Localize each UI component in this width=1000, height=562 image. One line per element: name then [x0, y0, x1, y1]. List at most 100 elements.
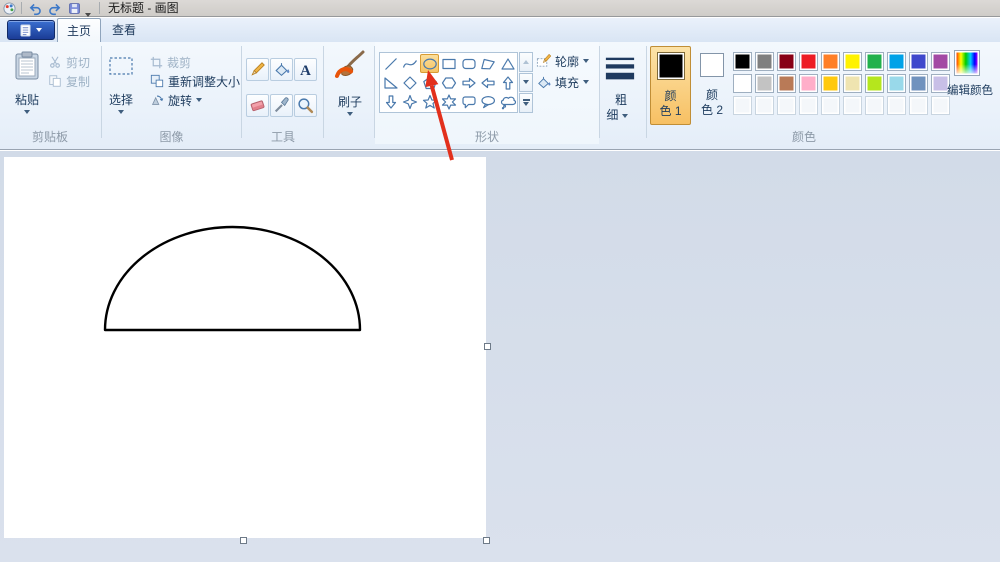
palette-color-swatch[interactable] — [755, 52, 774, 71]
brushes-button[interactable] — [330, 48, 370, 89]
copy-button[interactable]: 复制 — [48, 72, 90, 90]
crop-label: 裁剪 — [167, 55, 192, 70]
shape-hexagon[interactable] — [440, 73, 459, 92]
shape-right-triangle[interactable] — [381, 73, 400, 92]
palette-color-swatch[interactable] — [777, 74, 796, 93]
drawing-canvas[interactable] — [4, 157, 486, 538]
rotate-button[interactable]: 旋转 — [150, 91, 203, 109]
shape-triangle[interactable] — [498, 54, 517, 73]
palette-empty-slot[interactable] — [843, 96, 862, 115]
palette-empty-slot[interactable] — [777, 96, 796, 115]
shape-fill-label: 填充 — [555, 75, 580, 90]
qat-separator — [21, 2, 22, 14]
tool-text-button[interactable]: A — [294, 58, 317, 81]
redo-button[interactable] — [47, 1, 63, 16]
shape-line[interactable] — [381, 54, 400, 73]
palette-color-swatch[interactable] — [931, 52, 950, 71]
palette-empty-slot[interactable] — [909, 96, 928, 115]
line-thickness-icon[interactable] — [604, 54, 636, 87]
shape-callout-rounded[interactable] — [459, 92, 478, 111]
palette-empty-slot[interactable] — [865, 96, 884, 115]
shape-callout-oval[interactable] — [479, 92, 498, 111]
group-separator — [241, 46, 242, 138]
paste-button[interactable] — [9, 50, 45, 85]
select-dropdown-icon[interactable] — [118, 110, 124, 114]
shapes-scroll-up-button[interactable] — [519, 52, 533, 72]
edit-colors-label[interactable]: 编辑颜色 — [940, 82, 1000, 98]
shape-callout-cloud[interactable] — [498, 92, 517, 111]
outline-button[interactable]: 轮廓 — [536, 52, 590, 70]
palette-empty-slot[interactable] — [821, 96, 840, 115]
brushes-dropdown-icon[interactable] — [347, 112, 353, 116]
palette-color-swatch[interactable] — [843, 74, 862, 93]
undo-button[interactable] — [27, 1, 43, 16]
shape-rounded-rectangle[interactable] — [459, 54, 478, 73]
palette-empty-slot[interactable] — [733, 96, 752, 115]
palette-color-swatch[interactable] — [909, 74, 928, 93]
shape-ellipse[interactable] — [420, 54, 439, 73]
palette-color-swatch[interactable] — [843, 52, 862, 71]
shape-pentagon[interactable] — [420, 73, 439, 92]
tool-magnifier-button[interactable] — [294, 94, 317, 117]
shape-arrow-down[interactable] — [381, 92, 400, 111]
palette-color-swatch[interactable] — [733, 74, 752, 93]
shape-curve[interactable] — [401, 54, 420, 73]
shape-diamond[interactable] — [401, 73, 420, 92]
color-palette — [733, 52, 950, 115]
tab-home[interactable]: 主页 — [57, 18, 101, 42]
palette-empty-slot[interactable] — [755, 96, 774, 115]
shapes-scroll-down-button[interactable] — [519, 72, 533, 92]
document-icon — [20, 24, 31, 36]
palette-empty-slot[interactable] — [799, 96, 818, 115]
palette-color-swatch[interactable] — [865, 74, 884, 93]
color1-button[interactable]: 颜 色 1 — [650, 46, 691, 125]
tool-fill-button[interactable] — [270, 58, 293, 81]
tab-row: 主页 查看 — [0, 18, 1000, 42]
save-button[interactable] — [66, 1, 82, 16]
shape-star-5[interactable] — [420, 92, 439, 111]
cut-button[interactable]: 剪切 — [48, 53, 90, 71]
resize-button[interactable]: 重新调整大小 — [150, 72, 240, 90]
size-label-line2[interactable]: 细 — [598, 106, 636, 123]
size-dropdown-icon — [621, 113, 628, 118]
palette-color-swatch[interactable] — [755, 74, 774, 93]
color2-button[interactable]: 颜 色 2 — [694, 46, 731, 125]
paint-menu-button[interactable] — [7, 20, 55, 40]
paste-dropdown-icon[interactable] — [24, 110, 30, 114]
palette-color-swatch[interactable] — [909, 52, 928, 71]
palette-color-swatch[interactable] — [821, 52, 840, 71]
shape-arrow-right[interactable] — [459, 73, 478, 92]
tool-eraser-button[interactable] — [246, 94, 269, 117]
palette-color-swatch[interactable] — [799, 52, 818, 71]
edit-colors-icon[interactable] — [954, 50, 980, 76]
canvas-resize-handle-bottom[interactable] — [240, 537, 247, 544]
canvas-resize-handle-corner[interactable] — [483, 537, 490, 544]
palette-color-swatch[interactable] — [733, 52, 752, 71]
tab-view[interactable]: 查看 — [101, 18, 147, 42]
shape-polygon[interactable] — [479, 54, 498, 73]
fill-dropdown-icon — [583, 80, 590, 84]
tool-pencil-button[interactable] — [246, 58, 269, 81]
shape-star-6[interactable] — [440, 92, 459, 111]
palette-color-swatch[interactable] — [777, 52, 796, 71]
palette-empty-slot[interactable] — [887, 96, 906, 115]
palette-color-swatch[interactable] — [887, 74, 906, 93]
select-button[interactable] — [108, 56, 134, 79]
paint-app-icon[interactable] — [3, 2, 16, 18]
shape-arrow-up[interactable] — [498, 73, 517, 92]
shape-arrow-left[interactable] — [479, 73, 498, 92]
shape-star-4[interactable] — [401, 92, 420, 111]
palette-color-swatch[interactable] — [865, 52, 884, 71]
clipboard-group-label: 剪贴板 — [31, 130, 68, 144]
shape-fill-button[interactable]: 填充 — [536, 73, 590, 91]
palette-color-swatch[interactable] — [799, 74, 818, 93]
shapes-more-button[interactable] — [519, 93, 533, 113]
color1-swatch — [657, 52, 685, 80]
canvas-resize-handle-right[interactable] — [484, 343, 491, 350]
tool-color-picker-button[interactable] — [270, 94, 293, 117]
palette-color-swatch[interactable] — [821, 74, 840, 93]
palette-empty-slot[interactable] — [931, 96, 950, 115]
shape-rectangle[interactable] — [440, 54, 459, 73]
crop-button[interactable]: 裁剪 — [150, 53, 191, 71]
palette-color-swatch[interactable] — [887, 52, 906, 71]
